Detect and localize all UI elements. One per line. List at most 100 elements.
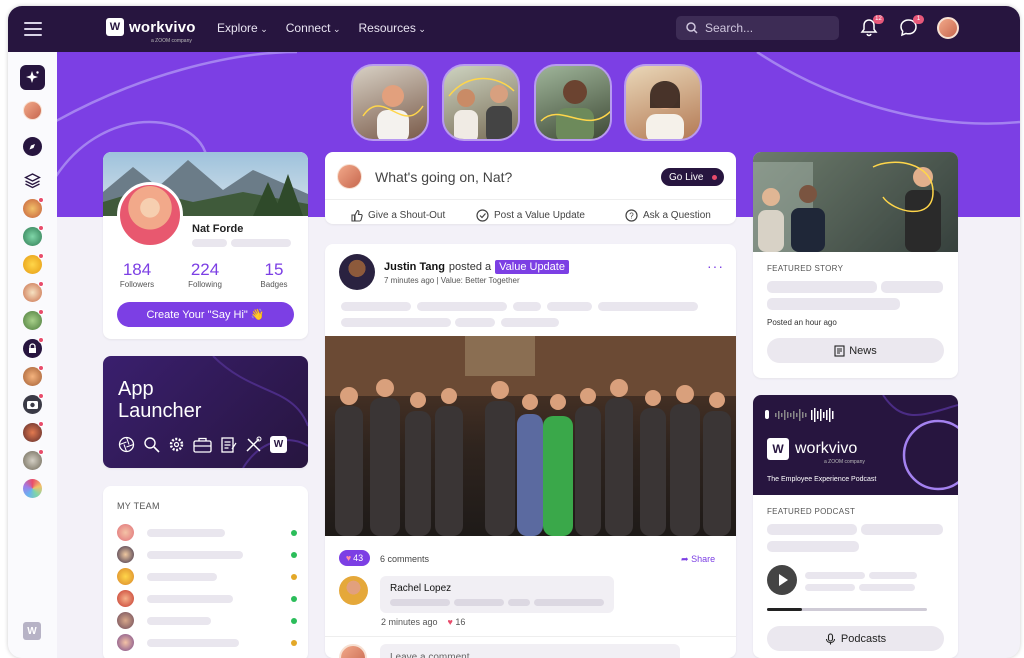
team-member-row[interactable] [117, 568, 297, 586]
messages-button[interactable]: 1 [899, 15, 924, 42]
sidebar-spark-button[interactable] [20, 65, 45, 90]
value-update-tag[interactable]: Value Update [495, 260, 569, 274]
gear-icon[interactable] [168, 436, 185, 453]
placeholder-bar [341, 302, 411, 311]
tools-icon[interactable] [245, 436, 262, 453]
post-author-name[interactable]: Justin Tang [384, 261, 445, 273]
placeholder-bar [869, 572, 917, 579]
message-count: 1 [913, 15, 924, 24]
composer-input[interactable]: What's going on, Nat? [375, 169, 512, 185]
stat-badges[interactable]: 15 Badges [244, 260, 304, 289]
featured-podcast-label: FEATURED PODCAST [767, 507, 856, 516]
app-launcher-title-1: App [118, 378, 154, 400]
placeholder-bar [508, 599, 530, 606]
menu-icon[interactable] [24, 22, 42, 36]
comment-like-button[interactable]: ♥ 16 [448, 617, 466, 627]
post-value-update-button[interactable]: Post a Value Update [476, 209, 585, 222]
compass-icon[interactable] [23, 137, 42, 156]
nav-connect[interactable]: Connect [286, 21, 341, 35]
placeholder-bar [417, 302, 507, 311]
workvivo-logo-icon: W [106, 18, 124, 36]
nav-explore[interactable]: Explore [217, 21, 268, 35]
svg-text:?: ? [629, 212, 634, 221]
status-dot [291, 618, 297, 624]
workvivo-footer-icon[interactable]: W [23, 622, 41, 640]
space-icon-3[interactable] [23, 253, 44, 274]
notifications-button[interactable]: 12 [860, 15, 884, 42]
podcast-progress-bar[interactable] [767, 608, 927, 611]
team-member-row[interactable] [117, 524, 297, 542]
post-author-avatar[interactable] [339, 254, 375, 290]
space-icon-2[interactable] [23, 225, 44, 246]
my-team-card: MY TEAM [103, 486, 308, 658]
placeholder-bar [231, 239, 291, 247]
aperture-icon[interactable] [118, 436, 135, 453]
comments-count[interactable]: 6 comments [380, 554, 429, 564]
space-icon-11[interactable] [23, 479, 42, 498]
space-icon-1[interactable] [23, 197, 44, 218]
share-button[interactable]: ➦ Share [681, 554, 715, 565]
post-group-photo[interactable] [325, 336, 736, 536]
app-launcher-card[interactable]: App Launcher W [103, 356, 308, 468]
lock-icon[interactable] [23, 337, 44, 358]
notification-count: 12 [873, 15, 884, 24]
search-icon [686, 22, 698, 34]
status-dot [291, 596, 297, 602]
briefcase-icon[interactable] [193, 436, 212, 453]
nav-resources[interactable]: Resources [358, 21, 425, 35]
leave-comment-input[interactable]: Leave a comment [380, 644, 680, 658]
team-member-row[interactable] [117, 546, 297, 564]
podcast-brand: W workvivo [767, 438, 857, 460]
camera-icon[interactable] [23, 393, 44, 414]
space-icon-9[interactable] [23, 421, 44, 442]
placeholder-bar [192, 239, 227, 247]
brand-name: workvivo [129, 18, 196, 36]
top-bar: W workvivo a ZOOM company Explore Connec… [8, 6, 1020, 52]
podcast-progress-fill [767, 608, 803, 611]
give-shout-out-button[interactable]: Give a Shout-Out [350, 209, 445, 222]
podcasts-button[interactable]: Podcasts [767, 626, 944, 651]
space-icon-10[interactable] [23, 449, 44, 470]
stat-following[interactable]: 224 Following [175, 260, 235, 289]
profile-avatar[interactable] [117, 182, 183, 248]
team-member-row[interactable] [117, 612, 297, 630]
ask-question-button[interactable]: ? Ask a Question [625, 209, 711, 222]
team-member-row[interactable] [117, 590, 297, 608]
search-icon[interactable] [143, 436, 160, 453]
status-dot [291, 530, 297, 536]
placeholder-bar [805, 584, 855, 591]
live-dot-icon [712, 175, 717, 180]
team-member-row[interactable] [117, 634, 297, 652]
go-live-label: Go Live [669, 171, 704, 183]
create-say-hi-button[interactable]: Create Your "Say Hi" 👋 [117, 302, 294, 327]
stat-followers[interactable]: 184 Followers [107, 260, 167, 289]
space-icon-4[interactable] [23, 281, 44, 302]
go-live-button[interactable]: Go Live [661, 168, 724, 186]
featured-story-card[interactable]: FEATURED STORY Posted an hour ago News [753, 152, 958, 378]
main-nav: Explore Connect Resources [217, 21, 426, 35]
comment-author[interactable]: Rachel Lopez [390, 583, 451, 594]
workvivo-app-icon[interactable]: W [270, 436, 287, 453]
more-options-icon[interactable]: ··· [707, 258, 724, 274]
app-window: W workvivo a ZOOM company Explore Connec… [8, 6, 1020, 658]
sidebar-profile-avatar[interactable] [23, 101, 42, 120]
brand-logo[interactable]: W workvivo a ZOOM company [106, 18, 196, 44]
like-count-button[interactable]: ♥ 43 [339, 550, 370, 566]
question-icon: ? [625, 209, 638, 222]
commenter-avatar[interactable] [339, 576, 368, 605]
document-edit-icon[interactable] [220, 436, 237, 453]
user-avatar[interactable] [937, 17, 959, 39]
space-icon-7[interactable] [23, 365, 44, 386]
app-launcher-title-2: Launcher [118, 400, 202, 422]
placeholder-bar [454, 599, 504, 606]
featured-podcast-card[interactable]: W workvivo a ZOOM company The Employee E… [753, 395, 958, 658]
divider [325, 199, 736, 200]
play-button[interactable] [767, 565, 797, 595]
space-icon-5[interactable] [23, 309, 44, 330]
news-button[interactable]: News [767, 338, 944, 363]
layers-icon[interactable] [23, 171, 42, 190]
featured-story-image [753, 152, 958, 252]
search-input[interactable]: Search... [676, 16, 839, 40]
status-dot [291, 552, 297, 558]
my-team-title: MY TEAM [117, 501, 160, 511]
